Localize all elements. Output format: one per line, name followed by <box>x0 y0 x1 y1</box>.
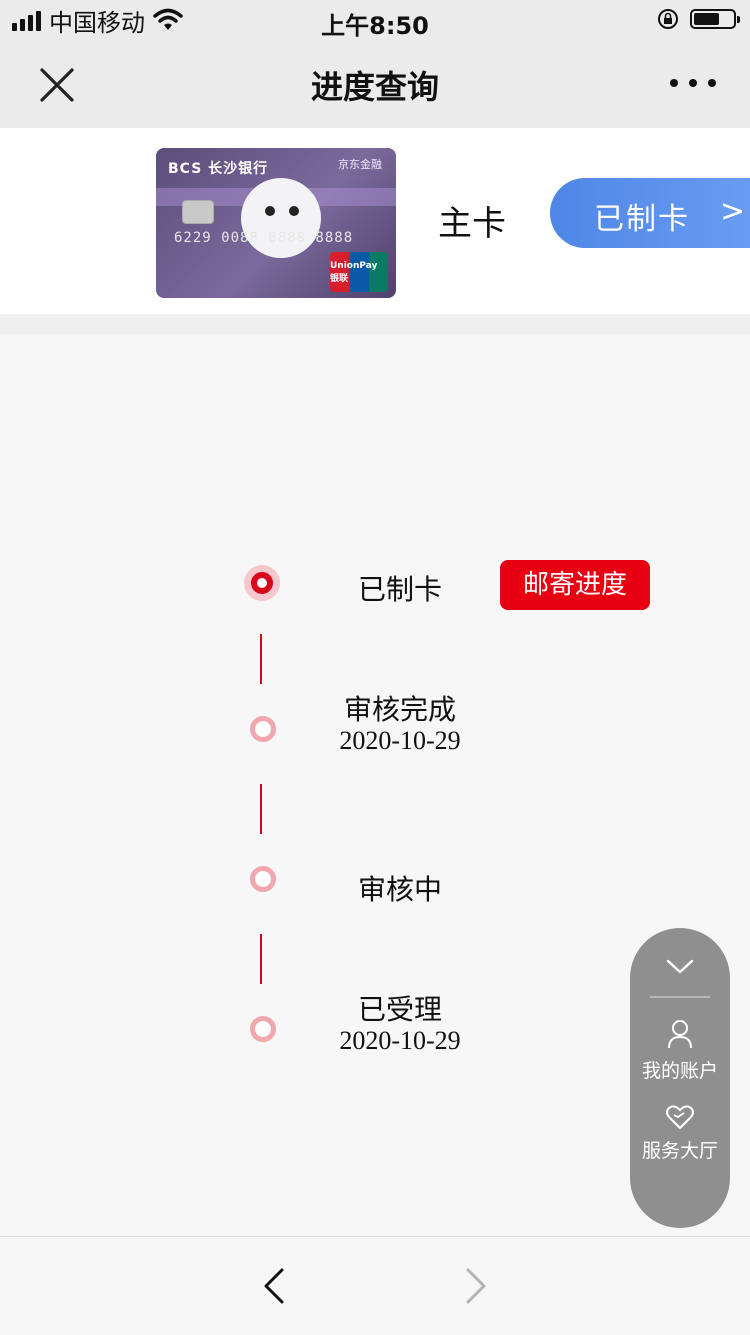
heart-icon <box>666 1105 694 1129</box>
bottom-nav-bar <box>0 1236 750 1335</box>
more-dot <box>689 79 697 87</box>
card-mascot <box>241 178 321 258</box>
more-dot <box>670 79 678 87</box>
back-button[interactable] <box>258 1266 292 1306</box>
card-partner-name: 京东金融 <box>338 158 382 171</box>
card-status-label: 已制卡 <box>594 202 690 237</box>
timeline-step-label: 已受理 <box>357 993 442 1026</box>
chevron-right-icon: > <box>720 194 746 229</box>
status-time: 上午8:50 <box>321 12 429 40</box>
timeline-step-label: 审核中 <box>357 873 442 906</box>
timeline-step-label: 已制卡 <box>357 573 442 606</box>
mail-progress-button[interactable]: 邮寄进度 <box>500 560 650 610</box>
timeline-dot <box>250 1016 276 1042</box>
menu-separator <box>650 996 710 998</box>
orientation-lock-icon <box>658 9 678 29</box>
card-bank-name: BCS 长沙银行 <box>168 161 269 177</box>
timeline-dot <box>250 866 276 892</box>
timeline-dot <box>250 716 276 742</box>
timeline-connector <box>260 934 262 984</box>
unionpay-logo: UnionPay 银联 <box>330 252 388 292</box>
page-title: 进度查询 <box>310 68 439 106</box>
timeline-step-date: 2020-10-29 <box>339 726 461 755</box>
forward-button[interactable] <box>458 1266 492 1306</box>
status-right <box>656 7 740 31</box>
card-status-button[interactable]: 已制卡 > <box>550 178 750 248</box>
timeline-connector <box>260 634 262 684</box>
my-account-button[interactable]: 我的账户 <box>630 1018 730 1083</box>
timeline-connector <box>260 784 262 834</box>
card-chip <box>182 200 214 224</box>
user-icon <box>668 1020 692 1049</box>
section-divider <box>0 314 750 334</box>
my-account-label: 我的账户 <box>641 1060 718 1082</box>
more-dot <box>708 79 716 87</box>
status-bar: 中国移动 上午8:50 <box>0 0 750 40</box>
timeline-step-label: 审核完成 <box>343 693 456 726</box>
floating-menu: 我的账户 服务大厅 <box>630 928 730 1228</box>
service-hall-button[interactable]: 服务大厅 <box>630 1104 730 1163</box>
chevron-down-icon[interactable] <box>666 952 694 980</box>
timeline-dot-active <box>251 572 273 594</box>
card-number: 6229 0088 8888 8888 <box>174 230 354 246</box>
service-hall-label: 服务大厅 <box>641 1140 718 1162</box>
credit-card-image: BCS 长沙银行 京东金融 6229 0088 8888 8888 UnionP… <box>156 148 396 298</box>
battery-icon <box>690 9 740 29</box>
timeline-step-date: 2020-10-29 <box>339 1026 461 1055</box>
more-button[interactable] <box>670 72 716 94</box>
card-type-label: 主卡 <box>438 204 506 244</box>
